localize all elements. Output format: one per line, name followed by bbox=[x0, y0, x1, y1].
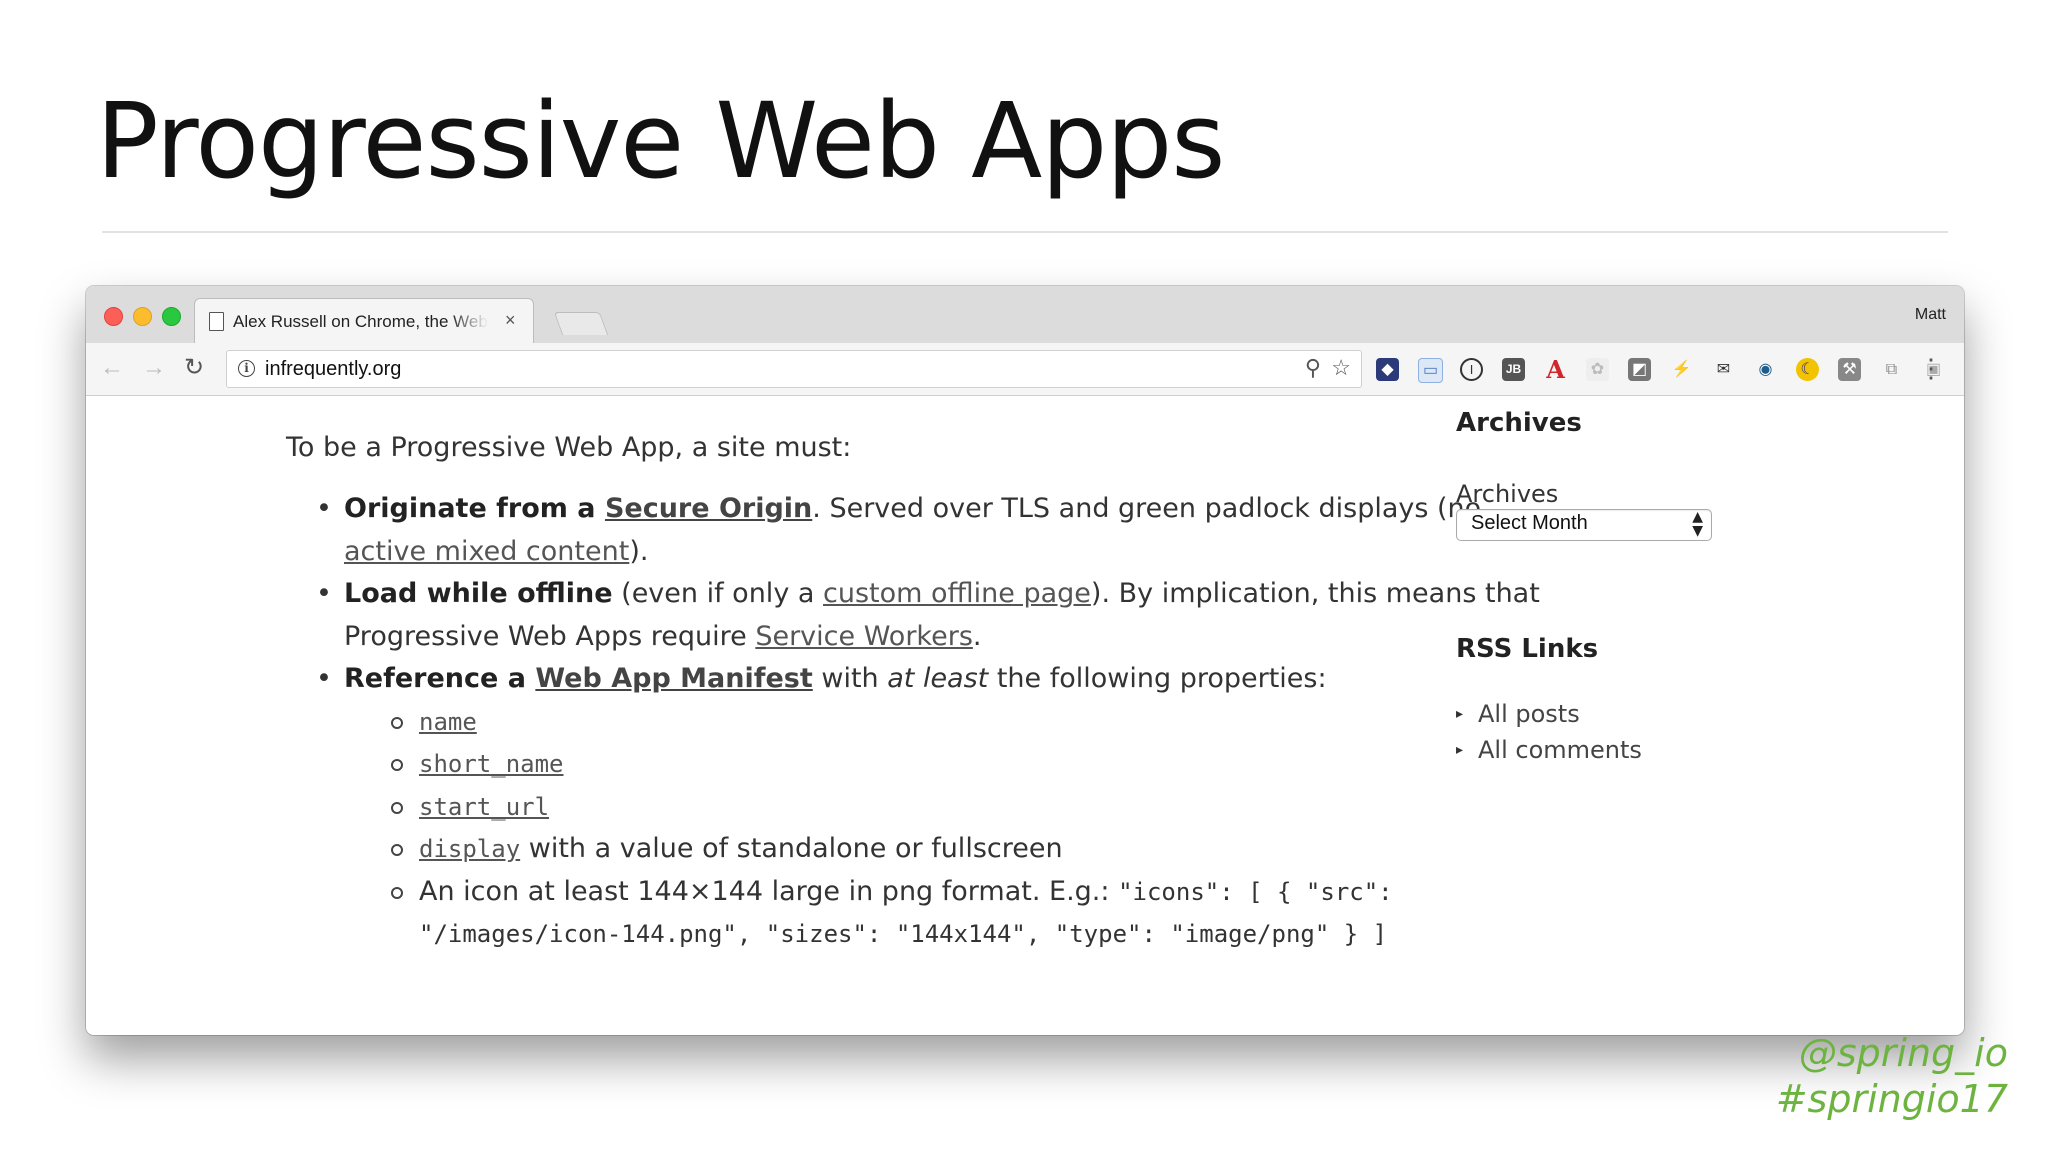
shield-extension-icon[interactable]: ◆ bbox=[1376, 358, 1399, 381]
page-content: To be a Progressive Web App, a site must… bbox=[86, 396, 1964, 1035]
minimize-window-button[interactable] bbox=[133, 307, 152, 326]
font-a-icon[interactable]: A bbox=[1544, 358, 1567, 382]
browser-toolbar: ← → ↻ i infrequently.org ⚲ ☆ ◆ ▭ I JB A … bbox=[86, 343, 1964, 396]
requirements-list: Originate from a Secure Origin. Served o… bbox=[286, 488, 1564, 956]
item-text: ). bbox=[629, 535, 649, 567]
item-bold: Load while offline bbox=[344, 578, 613, 609]
page-document-icon bbox=[209, 312, 224, 331]
item-bold: Originate from a bbox=[344, 493, 605, 524]
reload-icon[interactable]: ↻ bbox=[184, 351, 204, 385]
select-value: Select Month bbox=[1471, 512, 1588, 534]
list-item: Originate from a Secure Origin. Served o… bbox=[316, 488, 1564, 573]
address-bar[interactable]: i infrequently.org ⚲ ☆ bbox=[226, 350, 1362, 388]
start-url-link[interactable]: start_url bbox=[419, 793, 549, 821]
translate-extension-icon[interactable]: ⧉ bbox=[1880, 358, 1903, 381]
close-window-button[interactable] bbox=[104, 307, 123, 326]
archives-heading: Archives bbox=[1456, 408, 1582, 438]
item-bold: Reference a bbox=[344, 663, 536, 694]
title-divider bbox=[102, 231, 1948, 233]
zoom-icon[interactable]: ⚲ bbox=[1305, 355, 1321, 381]
short-name-link[interactable]: short_name bbox=[419, 750, 564, 778]
hashtag: #springio17 bbox=[1775, 1077, 2008, 1121]
name-link[interactable]: name bbox=[419, 708, 477, 736]
puzzle-extension-icon[interactable]: ✿ bbox=[1586, 358, 1609, 381]
bolt-extension-icon[interactable]: ⚡ bbox=[1670, 358, 1693, 381]
item-text: with bbox=[812, 663, 888, 694]
select-arrows-icon: ▲ ▼ bbox=[1692, 509, 1703, 539]
bookmark-star-icon[interactable]: ☆ bbox=[1331, 355, 1351, 381]
list-item: name bbox=[391, 701, 1564, 744]
month-select[interactable]: Select Month ▲ ▼ bbox=[1456, 509, 1712, 541]
more-menu-icon[interactable]: ⋮ bbox=[1918, 353, 1944, 384]
display-link[interactable]: display bbox=[419, 835, 520, 863]
twitter-handle: @spring_io bbox=[1798, 1031, 2008, 1075]
list-item: Reference a Web App Manifest with at lea… bbox=[316, 658, 1564, 956]
rss-heading: RSS Links bbox=[1456, 634, 1599, 664]
spy-extension-icon[interactable]: ◉ bbox=[1754, 358, 1777, 381]
secure-origin-link[interactable]: Secure Origin bbox=[605, 493, 812, 524]
service-workers-link[interactable]: Service Workers bbox=[755, 621, 973, 652]
browser-window: Alex Russell on Chrome, the Web × Matt ←… bbox=[86, 286, 1964, 1035]
list-item: An icon at least 144×144 large in png fo… bbox=[391, 871, 1564, 956]
rss-link-all-posts[interactable]: All posts bbox=[1456, 696, 1642, 732]
item-text: . Served over TLS and green padlock disp… bbox=[812, 493, 1482, 524]
jetbrains-icon[interactable]: JB bbox=[1502, 358, 1525, 381]
item-emphasis: at least bbox=[887, 663, 989, 694]
window-extension-icon[interactable]: ▭ bbox=[1418, 358, 1443, 383]
social-tags: @spring_io #springio17 bbox=[1776, 1030, 2008, 1122]
item-text: the following properties: bbox=[988, 663, 1327, 694]
hammer-extension-icon[interactable]: ⚒ bbox=[1838, 358, 1861, 381]
item-text: with a value of standalone or fullscreen bbox=[520, 833, 1063, 864]
tab-active[interactable]: Alex Russell on Chrome, the Web × bbox=[194, 298, 534, 345]
new-tab-button[interactable] bbox=[553, 312, 609, 335]
manifest-properties-list: name short_name start_url display with a… bbox=[344, 701, 1564, 956]
square-extension-icon[interactable]: ◩ bbox=[1628, 358, 1651, 381]
custom-offline-page-link[interactable]: custom offline page bbox=[823, 578, 1091, 609]
slide-title: Progressive Web Apps bbox=[96, 80, 1225, 202]
info-icon[interactable]: i bbox=[238, 360, 255, 377]
mail-extension-icon[interactable]: ✉ bbox=[1712, 358, 1735, 381]
back-arrow-icon[interactable]: ← bbox=[100, 351, 124, 385]
zoom-window-button[interactable] bbox=[162, 307, 181, 326]
item-text: An icon at least 144×144 large in png fo… bbox=[419, 875, 1119, 907]
moon-extension-icon[interactable]: ☾ bbox=[1796, 358, 1819, 381]
onepassword-icon[interactable]: I bbox=[1460, 358, 1483, 381]
url-text[interactable]: infrequently.org bbox=[265, 358, 401, 381]
tab-close-icon[interactable]: × bbox=[505, 310, 516, 331]
rss-links-list: All posts All comments bbox=[1456, 696, 1642, 768]
tab-strip: Alex Russell on Chrome, the Web × Matt bbox=[86, 286, 1964, 345]
list-item: display with a value of standalone or fu… bbox=[391, 828, 1564, 871]
item-text: (even if only a bbox=[612, 578, 824, 609]
active-mixed-content-link[interactable]: active mixed content bbox=[344, 536, 629, 567]
web-app-manifest-link[interactable]: Web App Manifest bbox=[535, 663, 812, 694]
intro-text: To be a Progressive Web App, a site must… bbox=[286, 432, 852, 463]
forward-arrow-icon[interactable]: → bbox=[142, 351, 166, 385]
list-item: start_url bbox=[391, 786, 1564, 829]
rss-link-all-comments[interactable]: All comments bbox=[1456, 732, 1642, 768]
list-item: Load while offline (even if only a custo… bbox=[316, 573, 1564, 658]
tab-title: Alex Russell on Chrome, the Web bbox=[233, 312, 488, 331]
profile-name[interactable]: Matt bbox=[1915, 306, 1946, 324]
item-text: . bbox=[972, 620, 982, 652]
list-item: short_name bbox=[391, 743, 1564, 786]
archives-label: Archives bbox=[1456, 480, 1559, 508]
